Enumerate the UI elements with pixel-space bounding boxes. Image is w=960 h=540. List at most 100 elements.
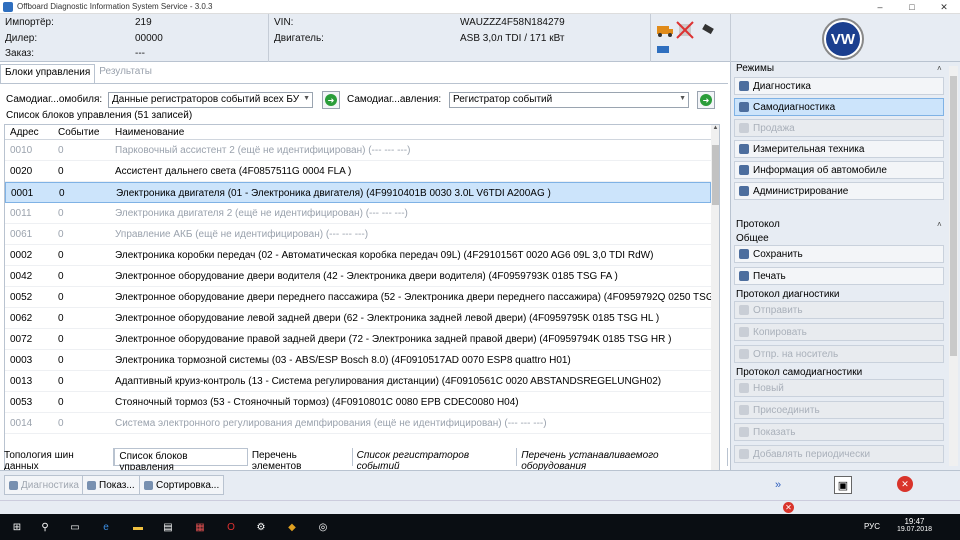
vehicle-selfdiag-select[interactable]: Данные регистраторов событий всех БУ ▼ bbox=[108, 92, 313, 108]
unit-selfdiag-select[interactable]: Регистратор событий ▼ bbox=[449, 92, 689, 108]
collapse-icon[interactable]: ˄ bbox=[937, 220, 942, 229]
show-more-button[interactable]: Показ... bbox=[82, 475, 140, 495]
save-icon bbox=[739, 249, 749, 259]
table-row[interactable]: 0061 0 Управление АКБ (ещё не идентифициро… bbox=[5, 224, 711, 245]
table-row-selected[interactable]: 0001 0 Электроника двигателя (01 - Электро… bbox=[5, 182, 711, 203]
vin-value: WAUZZZ4F58N184279 bbox=[460, 17, 565, 28]
collapse-icon[interactable]: ˄ bbox=[937, 64, 942, 73]
table-row[interactable]: 0072 0 Электронное оборудование правой зад… bbox=[5, 329, 711, 350]
gift-icon[interactable]: ▦ bbox=[193, 520, 207, 534]
table-row[interactable]: 0042 0 Электронное оборудование двери води… bbox=[5, 266, 711, 287]
mode-vehicle-info[interactable]: Информация об автомобиле bbox=[734, 161, 944, 179]
engine-label: Двигатель: bbox=[274, 33, 324, 44]
mode-selfdiagnostics[interactable]: Самодиагностика bbox=[734, 98, 944, 116]
table-row[interactable]: 0014 0 Система электронного регулирования … bbox=[5, 413, 711, 434]
sale-icon bbox=[739, 123, 749, 133]
tab-element-list[interactable]: Перечень элементов bbox=[248, 448, 353, 472]
edge-icon[interactable]: e bbox=[99, 520, 113, 534]
task-view-icon[interactable]: ▭ bbox=[68, 520, 82, 534]
col-address[interactable]: Адрес bbox=[10, 127, 39, 138]
right-panel: Режимы ˄ Диагностика Самодиагностика Про… bbox=[730, 62, 960, 470]
col-event[interactable]: Событие bbox=[58, 127, 99, 138]
language-indicator[interactable]: РУС bbox=[864, 522, 880, 531]
table-row[interactable]: 0002 0 Электроника коробки передач (02 - А… bbox=[5, 245, 711, 266]
folder-icon[interactable]: ▬ bbox=[131, 520, 145, 534]
sort-icon bbox=[144, 480, 153, 490]
table-row[interactable]: 0013 0 Адаптивный круиз-контроль (13 - Сис… bbox=[5, 371, 711, 392]
table-row[interactable]: 0011 0 Электроника двигателя 2 (ещё не иде… bbox=[5, 203, 711, 224]
mode-measurement[interactable]: Измерительная техника bbox=[734, 140, 944, 158]
selfdiag-protocol-header: Протокол самодиагностики bbox=[736, 367, 863, 378]
table-row[interactable]: 0020 0 Ассистент дальнего света (4F0857511… bbox=[5, 161, 711, 182]
table-row[interactable]: 0010 0 Парковочный ассистент 2 (ещё не иде… bbox=[5, 140, 711, 161]
add-periodically-button: Добавлять периодически bbox=[734, 445, 944, 463]
save-button[interactable]: Сохранить bbox=[734, 245, 944, 263]
forward-icon[interactable]: » bbox=[769, 476, 787, 494]
window-title: Offboard Diagnostic Information System S… bbox=[17, 2, 213, 11]
copy-button: Копировать bbox=[734, 323, 944, 341]
importer-value: 219 bbox=[135, 17, 152, 28]
cancel-icon[interactable]: ✕ bbox=[897, 476, 913, 492]
settings-icon[interactable]: ⚙ bbox=[254, 520, 268, 534]
opera-icon[interactable]: O bbox=[224, 520, 238, 534]
tab-event-recorder-list[interactable]: Список регистраторов событий bbox=[353, 448, 518, 472]
table-row[interactable]: 0062 0 Электронное оборудование левой задн… bbox=[5, 308, 711, 329]
search-icon[interactable]: ⚲ bbox=[38, 520, 52, 534]
arrow-right-icon: ➜ bbox=[700, 94, 712, 106]
tab-results[interactable]: Результаты bbox=[95, 64, 156, 83]
right-scrollbar[interactable] bbox=[949, 66, 958, 466]
sort-button[interactable]: Сортировка... bbox=[139, 475, 225, 495]
go-button-2[interactable]: ➜ bbox=[697, 91, 715, 109]
show-icon bbox=[739, 427, 749, 437]
order-label: Заказ: bbox=[5, 48, 35, 59]
connection-status-icons bbox=[655, 18, 725, 58]
gear-icon bbox=[739, 186, 749, 196]
clock[interactable]: 19:47 19.07.2018 bbox=[897, 517, 932, 533]
windows-start-icon[interactable]: ⊞ bbox=[10, 520, 24, 534]
info-icon bbox=[739, 165, 749, 175]
attach-icon bbox=[739, 405, 749, 415]
app-icon bbox=[3, 1, 13, 12]
diagnostics-button: Диагностика bbox=[4, 475, 84, 495]
table-scrollbar[interactable]: ▲ ▼ bbox=[711, 125, 719, 499]
col-name[interactable]: Наименование bbox=[115, 127, 184, 138]
mode-administration[interactable]: Администрирование bbox=[734, 182, 944, 200]
diagnostics-icon bbox=[9, 480, 18, 490]
tab-bus-topology[interactable]: Топология шин данных bbox=[0, 448, 115, 472]
app-icon-2[interactable]: ◎ bbox=[316, 520, 330, 534]
table-row[interactable]: 0003 0 Электроника тормозной системы (03 -… bbox=[5, 350, 711, 371]
mode-diagnostics[interactable]: Диагностика bbox=[734, 77, 944, 95]
go-button-1[interactable]: ➜ bbox=[322, 91, 340, 109]
table-row[interactable]: 0052 0 Электронное оборудование двери пере… bbox=[5, 287, 711, 308]
no-connection-icon bbox=[676, 21, 694, 39]
main-panel: Блоки управления Результаты Самодиаг...о… bbox=[0, 62, 729, 500]
new-button: Новый bbox=[734, 379, 944, 397]
table-row[interactable]: 0053 0 Стояночный тормоз (53 - Стояночный … bbox=[5, 392, 711, 413]
vin-label: VIN: bbox=[274, 17, 294, 28]
periodic-icon bbox=[739, 449, 749, 459]
protocol-header: Протокол bbox=[736, 219, 780, 230]
windows-taskbar: ⊞ ⚲ ▭ e ▬ ▤ ▦ O ⚙ ◆ ◎ РУС 19:47 19.07.20… bbox=[0, 514, 960, 540]
fullscreen-icon[interactable]: ▣ bbox=[834, 476, 852, 494]
send-icon bbox=[739, 305, 749, 315]
plug-icon bbox=[702, 23, 714, 35]
table-header: Адрес Событие Наименование bbox=[5, 125, 711, 140]
bottom-toolbar: Диагностика Показ... Сортировка... » ▣ ✕ bbox=[0, 470, 960, 500]
send-to-media-button: Отпр. на носитель bbox=[734, 345, 944, 363]
dealer-label: Дилер: bbox=[5, 33, 38, 44]
close-window-button[interactable]: ✕ bbox=[928, 0, 960, 14]
store-icon[interactable]: ▤ bbox=[161, 520, 175, 534]
print-button[interactable]: Печать bbox=[734, 267, 944, 285]
tab-installed-equipment[interactable]: Перечень устанавливаемого оборудования bbox=[517, 448, 729, 472]
odis-icon[interactable]: ◆ bbox=[285, 520, 299, 534]
arrow-right-icon: ➜ bbox=[325, 94, 337, 106]
order-value: --- bbox=[135, 48, 145, 59]
minimize-button[interactable]: – bbox=[864, 0, 896, 14]
status-line: ✕ bbox=[0, 500, 960, 514]
maximize-button[interactable]: □ bbox=[896, 0, 928, 14]
tab-control-unit-list[interactable]: Список блоков управления bbox=[114, 448, 248, 473]
diagnostics-icon bbox=[739, 81, 749, 91]
modes-header: Режимы bbox=[736, 63, 775, 74]
tab-control-units[interactable]: Блоки управления bbox=[0, 64, 96, 83]
scroll-up-icon: ▲ bbox=[712, 125, 719, 131]
